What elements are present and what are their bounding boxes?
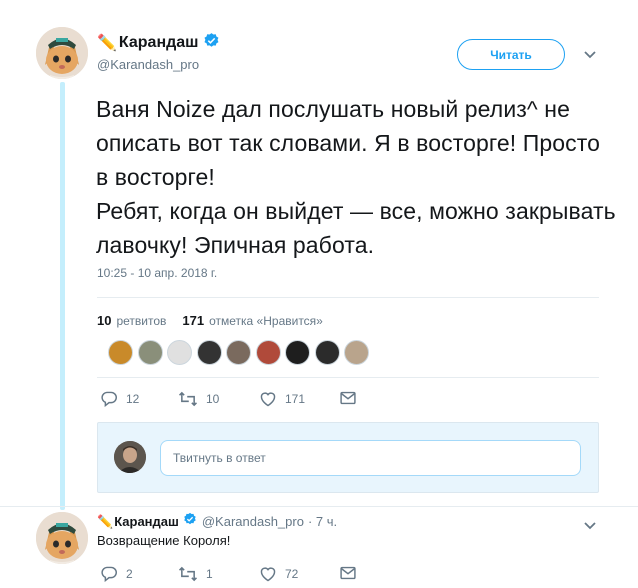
author-name-row[interactable]: ✏️ Карандаш [97,32,220,54]
reply-count: 2 [126,567,133,581]
liker-avatar[interactable] [285,340,310,365]
heart-icon [260,392,276,407]
pencil-emoji: ✏️ [97,513,114,529]
liker-avatar[interactable] [226,340,251,365]
retweet-action[interactable]: 10 [178,391,219,407]
user-avatar-icon [114,441,146,473]
reply-time[interactable]: · 7 ч. [308,514,337,529]
tweet-text-body: Ваня Noize дал послушать новый релиз^ не… [96,96,616,258]
tweet-stats: 10 ретвитов 171 отметка «Нравится» [97,313,323,328]
reply-author-display-name[interactable]: Карандаш [114,514,179,529]
like-action[interactable]: 72 [259,566,298,582]
like-action[interactable]: 171 [259,391,305,407]
reply-action[interactable]: 12 [100,391,139,407]
retweet-count[interactable]: 10 [97,313,111,328]
liker-avatar[interactable] [344,340,369,365]
reply-author-handle[interactable]: @Karandash_pro [202,514,304,529]
follow-button[interactable]: Читать [457,39,565,70]
retweet-count: 1 [206,567,213,581]
verified-badge-icon [183,512,197,531]
likers-avatars [108,340,374,365]
heart-icon [260,567,276,582]
reply-author-name-row[interactable]: ✏️ Карандаш @Karandash_pro · 7 ч. [97,512,337,531]
reply-icon [101,391,117,407]
retweet-action[interactable]: 1 [178,566,213,582]
divider [0,506,638,507]
reply-icon [101,566,117,582]
like-count: 72 [285,567,299,581]
liker-avatar[interactable] [137,340,163,365]
reply-action[interactable]: 2 [100,566,133,582]
tweet-timestamp[interactable]: 10:25 - 10 апр. 2018 г. [97,266,217,280]
verified-badge-icon [203,32,220,54]
avatar[interactable] [36,27,88,79]
liker-avatar[interactable] [167,340,192,365]
reply-count: 12 [126,392,140,406]
like-count: 171 [285,392,306,406]
liker-avatar[interactable] [314,340,340,365]
chevron-down-icon[interactable] [583,518,597,536]
tweet-text: Ваня Noize дал послушать новый релиз^ не… [96,92,616,262]
retweet-icon [178,566,198,582]
cat-avatar-icon [36,512,88,564]
direct-message-action[interactable] [340,566,356,580]
envelope-icon [340,566,356,580]
like-count-label[interactable]: отметка «Нравится» [209,314,323,328]
thread-line [60,82,65,510]
retweet-count: 10 [206,392,220,406]
liker-avatar[interactable] [108,340,133,365]
pencil-emoji: ✏️ [97,35,117,52]
author-display-name[interactable]: Карандаш [119,34,199,52]
reply-tweet-text: Возвращение Короля! [97,533,231,548]
retweet-count-label[interactable]: ретвитов [116,314,166,328]
current-user-avatar [114,441,146,473]
envelope-icon [340,391,356,405]
avatar[interactable] [36,512,88,564]
direct-message-action[interactable] [340,391,356,405]
liker-avatar[interactable] [196,340,222,365]
like-count[interactable]: 171 [182,313,204,328]
cat-avatar-icon [36,27,88,79]
chevron-down-icon[interactable] [583,47,597,65]
divider [97,297,599,298]
retweet-icon [178,391,198,407]
author-handle[interactable]: @Karandash_pro [97,57,199,72]
liker-avatar[interactable] [255,340,281,365]
divider [97,377,599,378]
reply-input[interactable]: Твитнуть в ответ [160,440,581,476]
